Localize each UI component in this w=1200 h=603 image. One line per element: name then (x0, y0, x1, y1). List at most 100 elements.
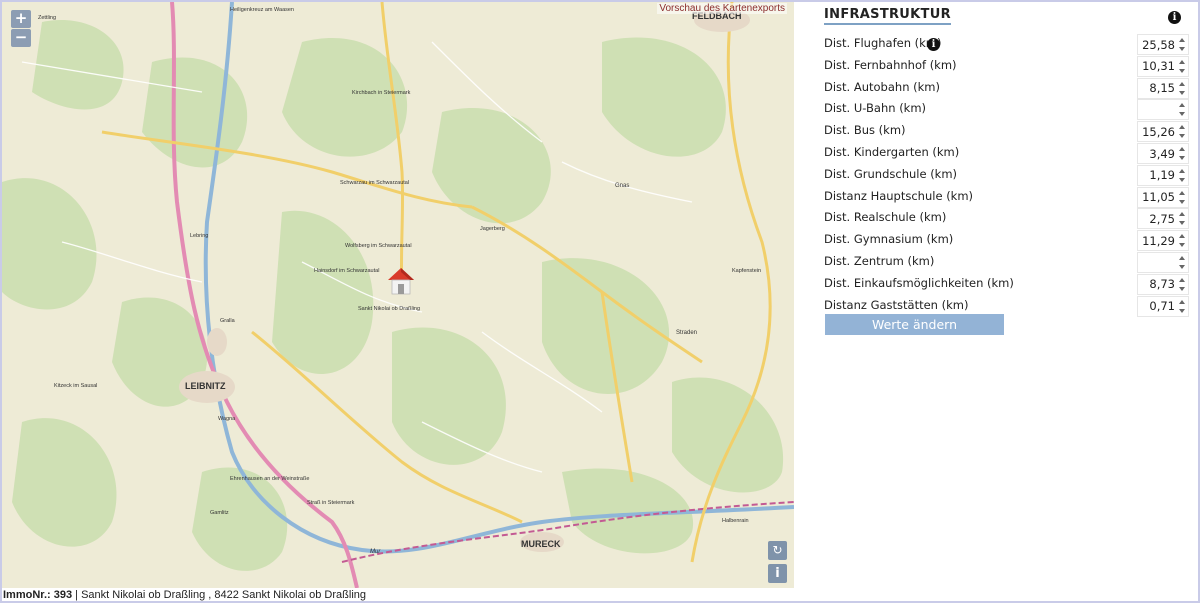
map-canvas[interactable]: FELDBACH LEIBNITZ MURECK Sankt Nikolai o… (2, 2, 794, 588)
spinner-arrows-icon[interactable] (1179, 234, 1186, 248)
spinner-up-icon[interactable] (1179, 38, 1185, 42)
spinner-up-icon[interactable] (1179, 168, 1185, 173)
spinner-up-icon[interactable] (1179, 256, 1185, 260)
spinner-down-icon[interactable] (1179, 177, 1185, 182)
label-jagerberg: Jagerberg (480, 226, 505, 232)
spinner-arrows-icon[interactable] (1179, 299, 1186, 313)
spinner-arrows-icon[interactable] (1179, 81, 1186, 95)
distance-label: Dist. Einkaufsmöglichkeiten (km) (824, 275, 1014, 290)
zoom-in-button[interactable]: + (11, 10, 31, 28)
distance-input[interactable] (1138, 274, 1178, 294)
spinner-arrows-icon[interactable] (1179, 212, 1186, 226)
spinner-arrows-icon[interactable] (1179, 256, 1186, 269)
map-info-icon[interactable]: i (768, 564, 787, 583)
spinner-arrows-icon[interactable] (1179, 277, 1186, 291)
spinner-down-icon[interactable] (1179, 243, 1185, 248)
distance-input[interactable] (1138, 253, 1178, 272)
immo-number: ImmoNr.: 393 (3, 589, 73, 601)
spinner-down-icon[interactable] (1179, 156, 1185, 160)
distance-row: Dist. Kindergarten (km) (824, 142, 1190, 164)
spinner-down-icon[interactable] (1179, 112, 1185, 117)
spinner-arrows-icon[interactable] (1179, 103, 1186, 117)
spinner-up-icon[interactable] (1179, 103, 1185, 108)
distance-label: Distanz Hauptschule (km) (824, 188, 974, 203)
label-sankt-nikolai: Sankt Nikolai ob Draßling (358, 306, 420, 312)
spinner-arrows-icon[interactable] (1179, 147, 1186, 160)
spinner-up-icon[interactable] (1179, 147, 1185, 151)
distance-row: Dist. Einkaufsmöglichkeiten (km) (824, 273, 1190, 295)
distance-label: Dist. Grundschule (km) (824, 166, 958, 181)
spinner-up-icon[interactable] (1179, 212, 1185, 217)
distance-label: Dist. Autobahn (km) (824, 79, 940, 94)
distance-row: Dist. U-Bahn (km) (824, 98, 1190, 121)
distance-input[interactable] (1138, 165, 1178, 185)
spinner-down-icon[interactable] (1179, 134, 1185, 139)
spinner-arrows-icon[interactable] (1179, 59, 1186, 73)
footer-address: ImmoNr.: 393 | Sankt Nikolai ob Draßling… (3, 588, 793, 602)
spinner-down-icon[interactable] (1179, 308, 1185, 313)
distance-input[interactable] (1138, 35, 1178, 54)
distance-input[interactable] (1138, 100, 1178, 120)
distance-field (1137, 77, 1189, 99)
label-ehrenhausen: Ehrenhausen an der Weinstraße (230, 476, 309, 482)
spinner-up-icon[interactable] (1179, 234, 1185, 239)
panel-title: INFRASTRUKTUR (824, 6, 951, 25)
label-wolfsberg: Wolfsberg im Schwarzautal (345, 243, 412, 249)
distance-row: Distanz Hauptschule (km) (824, 186, 1190, 208)
spinner-down-icon[interactable] (1179, 47, 1185, 51)
footer-separator: | (75, 589, 79, 601)
spinner-arrows-icon[interactable] (1179, 168, 1186, 182)
distance-row: Dist. Realschule (km) (824, 207, 1190, 230)
label-kapfenstein: Kapfenstein (732, 268, 761, 274)
distance-input[interactable] (1138, 209, 1178, 229)
label-zettling: Zettling (38, 15, 56, 21)
distance-input[interactable] (1138, 187, 1178, 207)
info-icon[interactable]: i (1168, 11, 1181, 24)
spinner-down-icon[interactable] (1179, 221, 1185, 226)
label-gnas: Gnas (615, 183, 629, 189)
distance-input[interactable] (1138, 78, 1178, 98)
spinner-up-icon[interactable] (1179, 299, 1185, 304)
distance-field (1137, 186, 1189, 208)
label-hainsdorf: Hainsdorf im Schwarzautal (314, 268, 379, 274)
spinner-arrows-icon[interactable] (1179, 125, 1186, 139)
distance-field (1137, 55, 1189, 77)
property-address: Sankt Nikolai ob Draßling , 8422 Sankt N… (81, 589, 366, 601)
spinner-down-icon[interactable] (1179, 199, 1185, 204)
refresh-icon[interactable]: ↻ (768, 541, 787, 560)
label-gamlitz: Gamlitz (210, 510, 229, 516)
spinner-up-icon[interactable] (1179, 59, 1185, 64)
label-mureck: MURECK (521, 539, 561, 549)
label-schwarzau: Schwarzau im Schwarzautal (340, 180, 409, 186)
spinner-down-icon[interactable] (1179, 286, 1185, 291)
spinner-up-icon[interactable] (1179, 190, 1185, 195)
spinner-down-icon[interactable] (1179, 265, 1185, 269)
map-view[interactable]: FELDBACH LEIBNITZ MURECK Sankt Nikolai o… (2, 2, 794, 588)
spinner-up-icon[interactable] (1179, 277, 1185, 282)
spinner-up-icon[interactable] (1179, 125, 1185, 130)
export-preview-link[interactable]: Vorschau des Kartenexports (657, 3, 787, 14)
zoom-out-button[interactable]: − (11, 29, 31, 47)
distance-input[interactable] (1138, 122, 1178, 142)
distance-field (1137, 143, 1189, 164)
distance-field (1137, 164, 1189, 186)
label-strass: Straß in Steiermark (307, 500, 355, 506)
distance-field (1137, 273, 1189, 295)
spinner-down-icon[interactable] (1179, 90, 1185, 95)
airport-info-icon[interactable]: i (927, 38, 940, 51)
distance-input[interactable] (1138, 231, 1178, 251)
distance-input[interactable] (1138, 296, 1178, 316)
distance-row: Dist. Flughafen (km) i (824, 33, 1190, 55)
distance-input[interactable] (1138, 144, 1178, 163)
distance-field (1137, 121, 1189, 143)
distance-input[interactable] (1138, 56, 1178, 76)
spinner-arrows-icon[interactable] (1179, 38, 1186, 51)
save-values-button[interactable]: Werte ändern (825, 314, 1004, 335)
label-heiligenkreuz: Heiligenkreuz am Waasen (230, 7, 294, 13)
spinner-arrows-icon[interactable] (1179, 190, 1186, 204)
property-marker-icon[interactable] (388, 268, 414, 295)
distance-row: Dist. Bus (km) (824, 120, 1190, 143)
spinner-up-icon[interactable] (1179, 81, 1185, 86)
spinner-down-icon[interactable] (1179, 68, 1185, 73)
distance-field (1137, 34, 1189, 55)
